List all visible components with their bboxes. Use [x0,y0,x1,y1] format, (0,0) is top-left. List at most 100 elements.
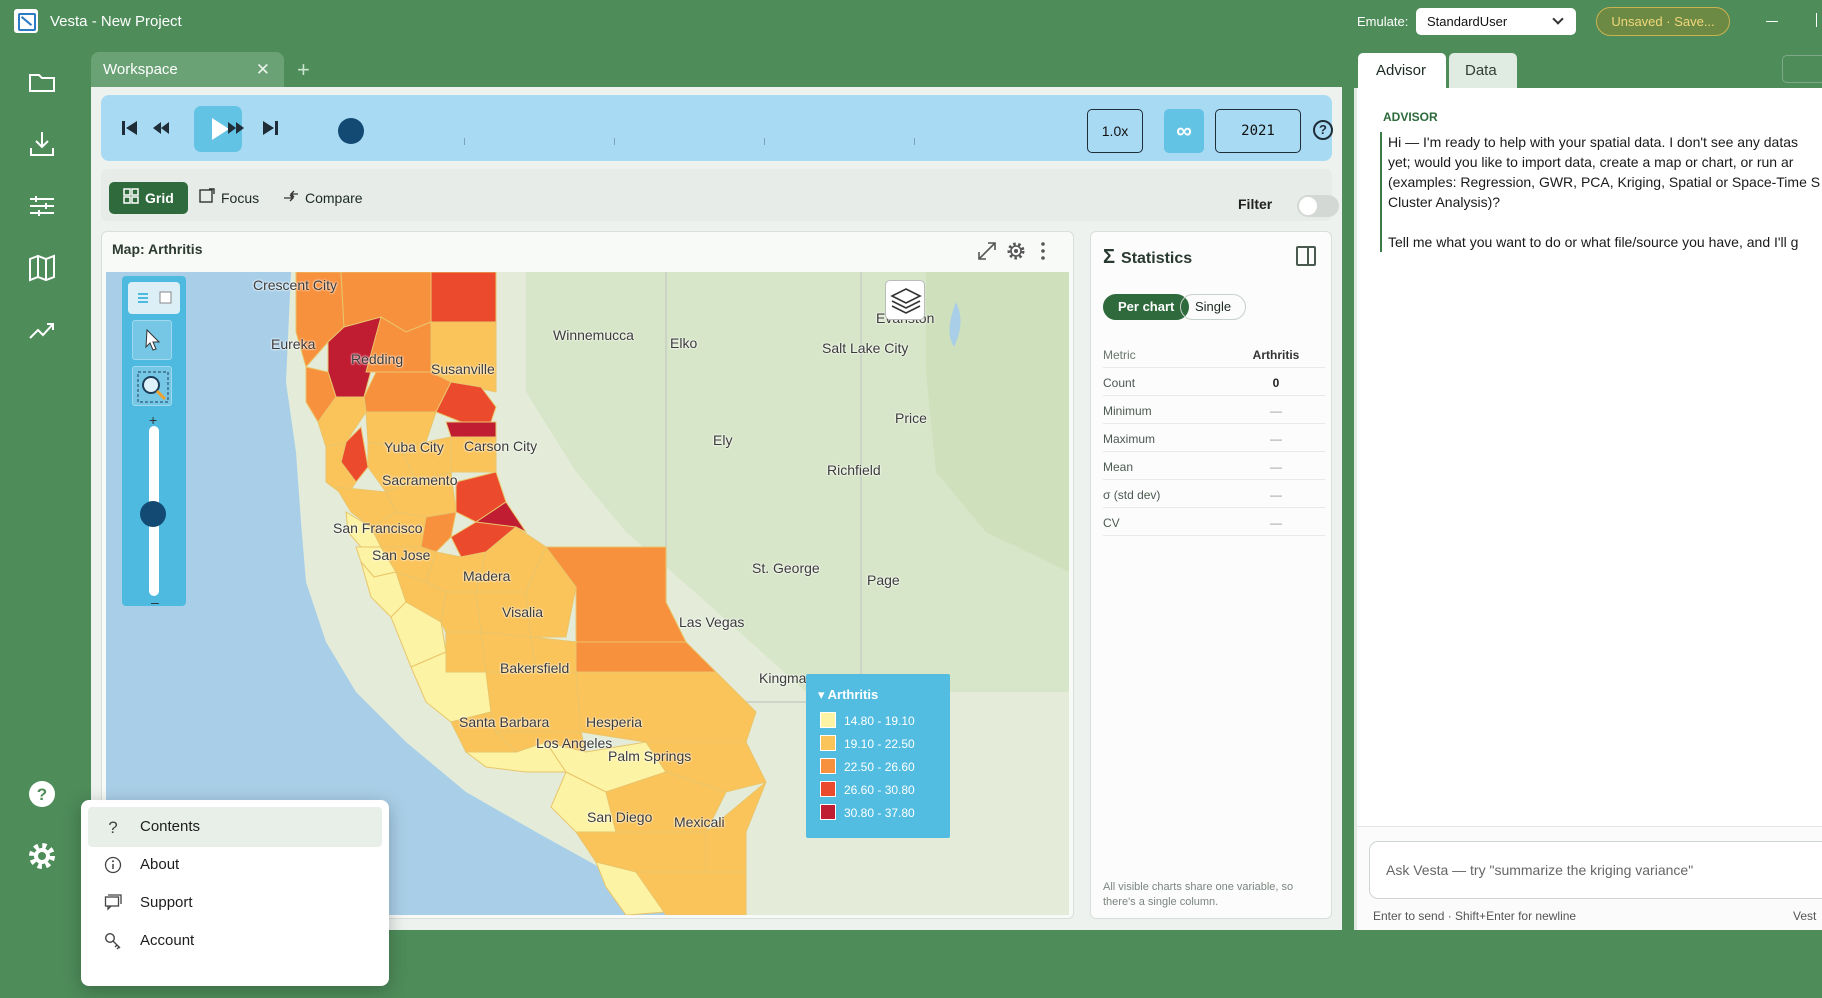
view-mode-bar: Grid Focus Compare Filter [101,169,1339,221]
metric-value: — [1270,460,1282,474]
legend-title-text: Arthritis [827,687,879,702]
legend-label: 14.80 - 19.10 [844,714,915,728]
folder-icon[interactable] [26,66,58,98]
legend-item: 22.50 - 26.60 [820,758,915,774]
map-toolbar: + – [122,276,186,610]
table-row: Minimum — [1103,396,1325,424]
table-row: Mean — [1103,452,1325,480]
add-tab-button[interactable]: + [297,57,310,83]
emulate-select[interactable]: StandardUser [1416,8,1576,35]
gear-icon[interactable] [1005,240,1027,262]
legend-label: 30.80 - 37.80 [844,806,915,820]
help-icon[interactable]: ? [26,778,58,810]
single-toggle[interactable]: Single [1180,294,1247,320]
emulate-value: StandardUser [1427,14,1508,29]
zoom-box-icon[interactable] [132,366,172,406]
menu-item-account[interactable]: Account [88,921,382,961]
menu-item-label: Support [140,894,193,911]
settings-icon[interactable] [26,840,58,872]
compare-icon [283,183,299,215]
filter-toggle[interactable] [1297,195,1339,217]
trend-icon[interactable] [26,314,58,346]
legend-title[interactable]: ▾ Arthritis [818,687,878,703]
place-label: Redding [351,351,404,367]
advisor-chat-input[interactable]: Ask Vesta — try "summarize the kriging v… [1369,841,1822,899]
zoom-in-icon[interactable]: + [149,412,157,428]
loop-button[interactable]: ∞ [1164,109,1204,153]
more-menu-icon[interactable] [1032,240,1054,262]
legend-item: 14.80 - 19.10 [820,712,915,728]
close-icon[interactable]: ✕ [256,60,270,80]
panel-action-button[interactable] [1782,55,1822,83]
legend-label: 26.60 - 30.80 [844,783,915,797]
metric-name: Minimum [1103,404,1152,418]
input-hint: Enter to send · Shift+Enter for newline [1373,909,1577,923]
tab-data[interactable]: Data [1449,53,1517,88]
timeline-tick [614,138,615,145]
statistics-title: Statistics [1121,250,1193,267]
menu-item-label: Account [140,932,195,949]
layer-list-toggle[interactable] [128,282,180,314]
place-label: Crescent City [253,277,338,293]
metric-name: CV [1103,516,1120,530]
place-label: Salt Lake City [822,340,909,356]
collapse-panel-icon[interactable] [1296,246,1316,266]
zoom-out-icon[interactable]: – [151,594,159,610]
metric-name: Maximum [1103,432,1156,446]
speed-button[interactable]: 1.0x [1087,109,1143,153]
timeline-tick [764,138,765,145]
unsaved-save-button[interactable]: Unsaved · Save... [1596,7,1730,36]
window-edge-icon [1816,13,1822,27]
tab-workspace-label: Workspace [103,61,178,78]
chevron-down-icon [1552,13,1564,25]
question-icon: ? [104,818,122,837]
layers-icon[interactable] [885,280,925,320]
help-menu: ? Contents About Support Account [81,800,389,986]
column-header: Arthritis [1252,348,1300,362]
focus-icon [199,183,215,215]
zoom-slider-thumb[interactable] [140,501,166,527]
import-icon[interactable] [26,128,58,160]
per-chart-toggle[interactable]: Per chart [1103,294,1190,320]
place-label: Las Vegas [679,614,745,630]
place-label: Yuba City [384,439,444,455]
year-field[interactable]: 2021 [1215,109,1301,153]
sliders-icon[interactable] [26,190,58,222]
metric-value: — [1270,432,1282,446]
focus-label: Focus [221,190,260,206]
fast-forward-icon[interactable] [225,117,247,139]
minimize-icon[interactable] [1766,21,1778,22]
app-logo-icon [14,9,38,33]
legend-swatch [820,781,836,797]
select-pointer-icon[interactable] [132,320,172,360]
tab-workspace[interactable]: Workspace ✕ [91,52,284,87]
expand-icon[interactable] [976,240,998,262]
timeline-slider-thumb[interactable] [338,118,364,144]
map-title: Map: Arthritis [112,241,203,257]
focus-view-button[interactable]: Focus [185,182,273,214]
playback-help-icon[interactable]: ? [1313,120,1333,140]
rewind-icon[interactable] [150,117,172,139]
tab-advisor[interactable]: Advisor [1358,53,1446,88]
place-label: Palm Springs [608,748,692,764]
metric-value: — [1270,404,1282,418]
place-label: San Jose [372,547,431,563]
place-label: Carson City [464,438,538,454]
compare-view-button[interactable]: Compare [269,182,377,214]
menu-item-about[interactable]: About [88,845,382,885]
grid-view-button[interactable]: Grid [109,182,188,214]
menu-item-support[interactable]: Support [88,883,382,923]
grid-label: Grid [145,190,174,206]
place-label: Madera [463,568,511,584]
skip-end-icon[interactable] [259,117,281,139]
input-hint-right: Vest [1793,909,1817,923]
map-icon[interactable] [26,252,58,284]
svg-text:?: ? [37,785,47,804]
left-rail: ? [6,48,86,928]
advisor-message: Hi — I'm ready to help with your spatial… [1380,132,1822,252]
menu-item-contents[interactable]: ? Contents [88,807,382,847]
metric-value: — [1270,516,1282,530]
table-row: σ (std dev) — [1103,480,1325,508]
legend-label: 19.10 - 22.50 [844,737,915,751]
skip-start-icon[interactable] [119,117,141,139]
